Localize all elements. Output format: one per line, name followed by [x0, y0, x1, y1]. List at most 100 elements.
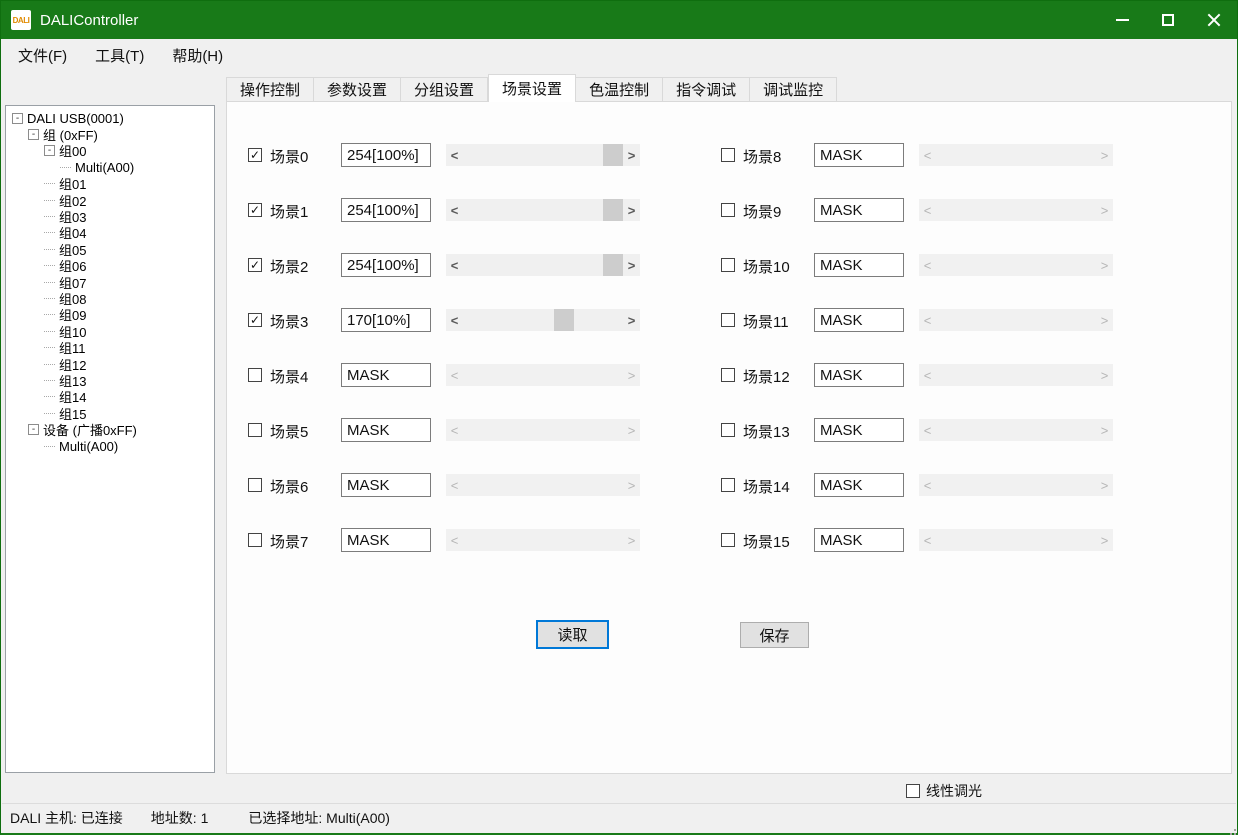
scene-checkbox[interactable] [721, 258, 735, 272]
scroll-left-arrow-icon[interactable]: < [919, 199, 936, 221]
scene-value-input[interactable] [341, 418, 431, 442]
scroll-left-arrow-icon[interactable]: < [446, 254, 463, 276]
scroll-left-arrow-icon[interactable]: < [446, 199, 463, 221]
scene-value-input[interactable] [814, 143, 904, 167]
scroll-left-arrow-icon[interactable]: < [919, 364, 936, 386]
scrollbar-track[interactable] [463, 364, 623, 386]
scroll-right-arrow-icon[interactable]: > [1096, 144, 1113, 166]
scroll-right-arrow-icon[interactable]: > [623, 529, 640, 551]
scroll-right-arrow-icon[interactable]: > [623, 144, 640, 166]
scroll-right-arrow-icon[interactable]: > [623, 254, 640, 276]
scene-checkbox[interactable] [721, 533, 735, 547]
tree-item[interactable]: 组09 [8, 307, 214, 323]
scrollbar-track[interactable] [936, 199, 1096, 221]
scrollbar-track[interactable] [463, 309, 623, 331]
scene-value-input[interactable] [814, 473, 904, 497]
scroll-right-arrow-icon[interactable]: > [623, 309, 640, 331]
scroll-left-arrow-icon[interactable]: < [446, 364, 463, 386]
tree-item[interactable]: 组08 [8, 290, 214, 306]
scene-checkbox[interactable]: ✓ [248, 148, 262, 162]
read-button[interactable]: 读取 [536, 620, 609, 649]
tree-item[interactable]: 组15 [8, 405, 214, 421]
scroll-right-arrow-icon[interactable]: > [623, 199, 640, 221]
scrollbar-thumb[interactable] [603, 199, 623, 221]
scene-checkbox[interactable] [721, 478, 735, 492]
scene-value-input[interactable] [814, 418, 904, 442]
scene-value-input[interactable] [814, 198, 904, 222]
resize-grip-icon[interactable] [1230, 825, 1232, 827]
scrollbar-track[interactable] [463, 474, 623, 496]
scroll-left-arrow-icon[interactable]: < [446, 309, 463, 331]
scrollbar-thumb[interactable] [554, 309, 574, 331]
tab-指令调试[interactable]: 指令调试 [663, 77, 750, 102]
tab-色温控制[interactable]: 色温控制 [576, 77, 663, 102]
tree-item[interactable]: 组14 [8, 389, 214, 405]
scene-value-input[interactable] [341, 363, 431, 387]
tree-item[interactable]: 组10 [8, 323, 214, 339]
tree-item[interactable]: 组11 [8, 339, 214, 355]
save-button[interactable]: 保存 [740, 622, 809, 648]
close-button[interactable] [1191, 1, 1237, 39]
scrollbar-track[interactable] [463, 254, 623, 276]
tree-item[interactable]: 组12 [8, 356, 214, 372]
scrollbar-thumb[interactable] [603, 254, 623, 276]
tree-item[interactable]: -设备 (广播0xFF) [8, 421, 214, 437]
scene-checkbox[interactable] [721, 203, 735, 217]
linear-dimming-checkbox[interactable] [906, 784, 920, 798]
tree-item[interactable]: 组04 [8, 225, 214, 241]
scroll-right-arrow-icon[interactable]: > [1096, 529, 1113, 551]
tree-item[interactable]: -组00 [8, 143, 214, 159]
tree-item[interactable]: 组06 [8, 258, 214, 274]
scroll-left-arrow-icon[interactable]: < [446, 529, 463, 551]
scroll-left-arrow-icon[interactable]: < [919, 529, 936, 551]
scene-checkbox[interactable] [248, 423, 262, 437]
scene-value-input[interactable] [814, 528, 904, 552]
scene-checkbox[interactable] [248, 533, 262, 547]
scrollbar-track[interactable] [936, 529, 1096, 551]
tree-item[interactable]: 组07 [8, 274, 214, 290]
scrollbar-track[interactable] [463, 199, 623, 221]
tab-参数设置[interactable]: 参数设置 [314, 77, 401, 102]
scroll-right-arrow-icon[interactable]: > [1096, 254, 1113, 276]
scrollbar-track[interactable] [936, 309, 1096, 331]
tree-item[interactable]: Multi(A00) [8, 159, 214, 175]
scroll-left-arrow-icon[interactable]: < [919, 144, 936, 166]
scene-checkbox[interactable]: ✓ [248, 203, 262, 217]
scene-checkbox[interactable] [248, 368, 262, 382]
scroll-left-arrow-icon[interactable]: < [919, 254, 936, 276]
tree-item[interactable]: -组 (0xFF) [8, 126, 214, 142]
scroll-left-arrow-icon[interactable]: < [446, 419, 463, 441]
scroll-right-arrow-icon[interactable]: > [623, 364, 640, 386]
scroll-left-arrow-icon[interactable]: < [919, 419, 936, 441]
scene-checkbox[interactable] [721, 148, 735, 162]
menu-item[interactable]: 工具(T) [81, 39, 158, 72]
scroll-right-arrow-icon[interactable]: > [623, 419, 640, 441]
scene-value-input[interactable] [814, 363, 904, 387]
tree-expander-icon[interactable]: - [28, 129, 39, 140]
scroll-left-arrow-icon[interactable]: < [446, 474, 463, 496]
scrollbar-track[interactable] [936, 364, 1096, 386]
scene-checkbox[interactable] [721, 313, 735, 327]
tree-expander-icon[interactable]: - [44, 145, 55, 156]
scene-value-input[interactable] [341, 198, 431, 222]
scrollbar-track[interactable] [463, 419, 623, 441]
menu-item[interactable]: 帮助(H) [158, 39, 237, 72]
tab-场景设置[interactable]: 场景设置 [488, 74, 576, 102]
scrollbar-track[interactable] [463, 529, 623, 551]
tree-item[interactable]: -DALI USB(0001) [8, 110, 214, 126]
scene-value-input[interactable] [341, 308, 431, 332]
scrollbar-thumb[interactable] [603, 144, 623, 166]
tree-item[interactable]: 组13 [8, 372, 214, 388]
scroll-right-arrow-icon[interactable]: > [1096, 364, 1113, 386]
maximize-button[interactable] [1145, 1, 1191, 39]
tab-分组设置[interactable]: 分组设置 [401, 77, 488, 102]
tree-item[interactable]: 组01 [8, 176, 214, 192]
scene-checkbox[interactable] [721, 423, 735, 437]
scroll-right-arrow-icon[interactable]: > [1096, 199, 1113, 221]
scene-value-input[interactable] [341, 528, 431, 552]
scroll-right-arrow-icon[interactable]: > [1096, 419, 1113, 441]
minimize-button[interactable] [1099, 1, 1145, 39]
scene-checkbox[interactable] [721, 368, 735, 382]
scene-checkbox[interactable]: ✓ [248, 313, 262, 327]
scrollbar-track[interactable] [936, 419, 1096, 441]
